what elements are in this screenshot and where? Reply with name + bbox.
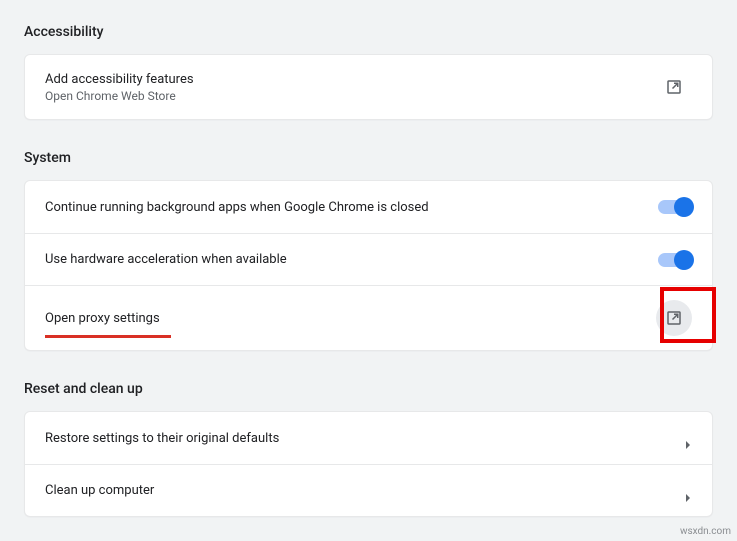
toggle-hw-accel[interactable] <box>658 253 692 267</box>
label-background-apps: Continue running background apps when Go… <box>45 200 429 215</box>
row-cleanup-computer[interactable]: Clean up computer <box>25 464 712 516</box>
label-open-proxy: Open proxy settings <box>45 311 160 326</box>
label-hw-accel: Use hardware acceleration when available <box>45 252 287 267</box>
row-background-apps: Continue running background apps when Go… <box>25 181 712 233</box>
heading-system: System <box>24 150 713 166</box>
section-accessibility: Accessibility Add accessibility features… <box>24 24 713 120</box>
card-system: Continue running background apps when Go… <box>24 180 713 351</box>
watermark: wsxdn.com <box>680 526 731 537</box>
chevron-right-icon <box>684 434 692 442</box>
toggle-knob <box>674 250 694 270</box>
toggle-background-apps[interactable] <box>658 200 692 214</box>
open-proxy-icon-button[interactable] <box>656 300 692 336</box>
row-subtitle: Open Chrome Web Store <box>45 89 194 103</box>
row-text: Add accessibility features Open Chrome W… <box>45 72 194 103</box>
toggle-knob <box>674 197 694 217</box>
row-add-accessibility[interactable]: Add accessibility features Open Chrome W… <box>25 55 712 119</box>
highlight-underline <box>45 335 171 338</box>
row-open-proxy[interactable]: Open proxy settings <box>25 285 712 350</box>
label-cleanup-computer: Clean up computer <box>45 483 154 498</box>
chevron-right-icon <box>684 487 692 495</box>
row-title: Add accessibility features <box>45 72 194 87</box>
section-system: System Continue running background apps … <box>24 150 713 351</box>
open-external-icon[interactable] <box>656 69 692 105</box>
heading-accessibility: Accessibility <box>24 24 713 40</box>
card-reset: Restore settings to their original defau… <box>24 411 713 517</box>
row-restore-defaults[interactable]: Restore settings to their original defau… <box>25 412 712 464</box>
card-accessibility: Add accessibility features Open Chrome W… <box>24 54 713 120</box>
section-reset: Reset and clean up Restore settings to t… <box>24 381 713 517</box>
heading-reset: Reset and clean up <box>24 381 713 397</box>
label-restore-defaults: Restore settings to their original defau… <box>45 431 279 446</box>
row-hw-accel: Use hardware acceleration when available <box>25 233 712 285</box>
